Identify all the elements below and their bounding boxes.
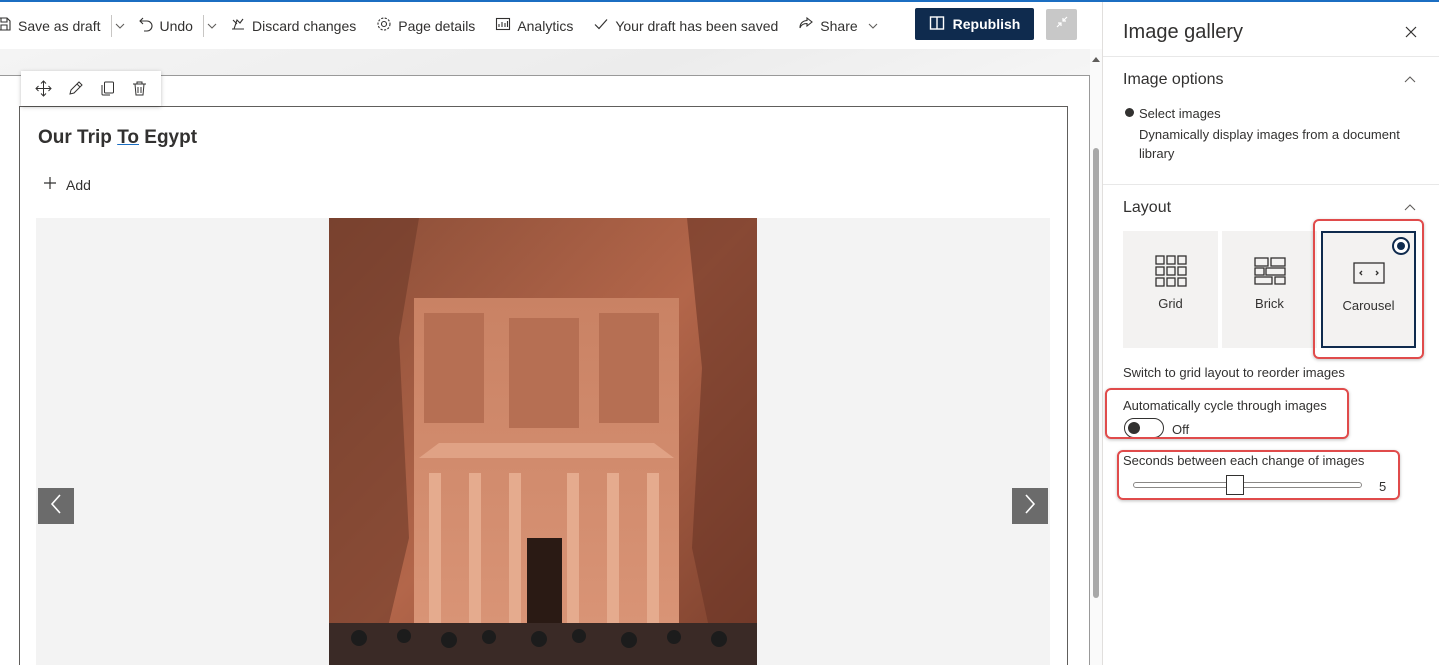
- pane-title: Image gallery: [1123, 21, 1244, 43]
- layout-option-label: Brick: [1255, 296, 1284, 311]
- edit-pencil-icon[interactable]: [67, 80, 84, 97]
- carousel-previous-button[interactable]: [38, 488, 74, 524]
- add-button[interactable]: Add: [43, 176, 91, 193]
- layout-header[interactable]: Layout: [1123, 199, 1171, 217]
- collapse-icon: [1055, 15, 1069, 34]
- carousel-image[interactable]: [329, 218, 757, 665]
- share-label: Share: [820, 17, 858, 34]
- brick-layout-icon: [1253, 254, 1286, 288]
- carousel-next-button[interactable]: [1012, 488, 1048, 524]
- seconds-label: Seconds between each change of images: [1123, 453, 1365, 468]
- republish-label: Republish: [952, 16, 1021, 32]
- republish-button[interactable]: Republish: [915, 8, 1034, 40]
- chevron-down-icon: [868, 18, 878, 34]
- add-label: Add: [66, 176, 91, 193]
- seconds-value: 5: [1379, 479, 1387, 494]
- save-draft-label: Save as draft: [18, 17, 101, 34]
- page-details-label: Page details: [398, 17, 476, 34]
- auto-cycle-label: Automatically cycle through images: [1123, 398, 1327, 413]
- discard-changes-button[interactable]: Discard changes: [220, 2, 366, 49]
- page-title-prefix: Our Trip: [38, 127, 118, 148]
- grid-layout-icon: [1154, 254, 1187, 288]
- chevron-down-icon: [207, 18, 217, 34]
- slider-thumb[interactable]: [1226, 475, 1244, 495]
- chevron-left-icon: [49, 493, 63, 520]
- close-icon: [1403, 24, 1419, 40]
- undo-label: Undo: [159, 17, 193, 34]
- radio-selected-indicator: [1125, 108, 1134, 117]
- selected-radio-indicator: [1392, 237, 1410, 255]
- checkmark-icon: [593, 16, 609, 35]
- property-pane: Image gallery Image options Select image…: [1102, 2, 1439, 665]
- select-images-description: Dynamically display images from a docume…: [1139, 127, 1400, 161]
- share-icon: [798, 16, 814, 35]
- seconds-slider[interactable]: [1133, 475, 1362, 495]
- layout-option-grid[interactable]: Grid: [1123, 231, 1218, 348]
- layout-hint: Switch to grid layout to reorder images: [1123, 365, 1345, 380]
- book-icon: [929, 15, 945, 34]
- trash-icon[interactable]: [131, 80, 148, 97]
- chevron-up-icon[interactable]: [1404, 203, 1416, 211]
- save-options-dropdown[interactable]: [112, 18, 128, 34]
- discard-icon: [230, 16, 246, 35]
- image-options-header[interactable]: Image options: [1123, 71, 1224, 89]
- auto-cycle-state: Off: [1172, 422, 1190, 437]
- webpart-toolbar: [21, 71, 161, 106]
- pane-divider: [1103, 184, 1439, 185]
- carousel-layout-icon: [1352, 256, 1385, 290]
- auto-cycle-toggle[interactable]: [1124, 418, 1164, 438]
- page-title[interactable]: Our Trip To Egypt: [38, 127, 197, 149]
- save-icon: [0, 16, 12, 35]
- layout-option-label: Grid: [1158, 296, 1183, 311]
- page-title-underlined-word: To: [117, 127, 139, 148]
- analytics-label: Analytics: [517, 17, 574, 34]
- chevron-down-icon: [115, 18, 125, 34]
- save-draft-button[interactable]: Save as draft: [0, 2, 111, 49]
- draft-status: Your draft has been saved: [583, 2, 788, 49]
- collapse-pane-button[interactable]: [1046, 9, 1077, 40]
- draft-status-text: Your draft has been saved: [615, 17, 779, 34]
- duplicate-icon[interactable]: [99, 80, 116, 97]
- scroll-up-arrow-icon[interactable]: [1092, 57, 1100, 62]
- plus-icon: [43, 176, 57, 193]
- analytics-button[interactable]: Analytics: [485, 2, 583, 49]
- move-icon[interactable]: [34, 80, 52, 97]
- discard-label: Discard changes: [251, 17, 357, 34]
- pane-divider: [1103, 56, 1439, 57]
- gear-icon: [376, 16, 392, 35]
- page-details-button[interactable]: Page details: [366, 2, 485, 49]
- chevron-up-icon[interactable]: [1404, 75, 1416, 83]
- layout-option-carousel[interactable]: Carousel: [1321, 231, 1416, 348]
- layout-option-label: Carousel: [1342, 298, 1395, 313]
- chevron-right-icon: [1023, 493, 1037, 520]
- undo-options-dropdown[interactable]: [204, 18, 220, 34]
- image-carousel: [36, 218, 1050, 665]
- layout-option-brick[interactable]: Brick: [1222, 231, 1317, 348]
- close-pane-button[interactable]: [1403, 24, 1419, 40]
- layout-options: Grid Brick Carousel: [1123, 231, 1416, 348]
- scrollbar-thumb[interactable]: [1093, 148, 1099, 598]
- undo-icon: [138, 16, 154, 35]
- share-button[interactable]: Share: [788, 2, 887, 49]
- undo-button[interactable]: Undo: [128, 2, 203, 49]
- page-title-suffix: Egypt: [139, 127, 198, 148]
- analytics-icon: [495, 16, 511, 35]
- select-images-label: Select images: [1139, 106, 1221, 121]
